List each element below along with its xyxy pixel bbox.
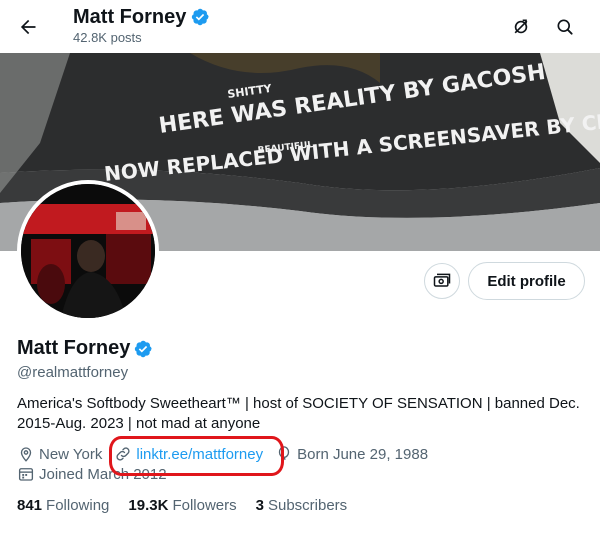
arrow-left-icon (20, 19, 36, 35)
premium-toggle-button[interactable] (505, 11, 537, 43)
avatar-image (21, 184, 155, 318)
joined-text: Joined March 2012 (39, 465, 167, 483)
website-link[interactable]: linktr.ee/mattforney (136, 446, 263, 463)
profile-header: Matt Forney 42.8K posts (0, 0, 600, 53)
link-icon (116, 447, 130, 461)
post-count: 42.8K posts (73, 30, 142, 45)
verified-badge-icon (192, 8, 209, 26)
following-count: 841 (17, 497, 43, 514)
followers-stat[interactable]: 19.3K Followers (128, 497, 236, 514)
joined-item: Joined March 2012 (17, 465, 167, 483)
birthday-text: Born June 29, 1988 (297, 445, 429, 463)
followers-count: 19.3K (128, 497, 169, 514)
following-label: Following (46, 497, 110, 514)
header-title: Matt Forney 42.8K posts (73, 4, 210, 46)
location-text: New York (39, 445, 103, 463)
follow-stats: 841 Following 19.3K Followers 3 Subscribers (17, 497, 366, 514)
search-icon (557, 19, 573, 35)
calendar-icon (18, 468, 34, 481)
avatar[interactable] (17, 180, 159, 322)
subscribers-label: Subscribers (267, 497, 348, 514)
location-pin-icon (20, 447, 32, 462)
followers-label: Followers (172, 497, 237, 514)
profile-meta-joined: Joined March 2012 (17, 465, 179, 483)
profile-meta: New York linktr.ee/mattforney Born June … (17, 445, 440, 463)
profile-name-row: Matt Forney (17, 337, 153, 360)
premium-slash-icon (514, 19, 528, 34)
header-name: Matt Forney (73, 6, 187, 28)
location-item: New York (17, 445, 102, 463)
subscribers-stat[interactable]: 3 Subscribers (256, 497, 348, 514)
profile-bio: America's Softbody Sweetheart™ | host of… (17, 395, 580, 432)
back-button[interactable] (12, 11, 44, 43)
search-button[interactable] (549, 11, 581, 43)
subscribe-money-button[interactable] (424, 263, 460, 299)
user-handle: @realmattforney (17, 364, 129, 381)
following-stat[interactable]: 841 Following (17, 497, 109, 514)
verified-badge-icon[interactable] (133, 339, 153, 359)
money-icon (433, 273, 451, 287)
display-name: Matt Forney (17, 337, 131, 359)
edit-profile-button[interactable]: Edit profile (468, 262, 585, 300)
balloon-icon (278, 446, 290, 462)
birthday-item: Born June 29, 1988 (275, 445, 428, 463)
subscribers-count: 3 (255, 497, 264, 514)
website-item: linktr.ee/mattforney (114, 445, 263, 463)
